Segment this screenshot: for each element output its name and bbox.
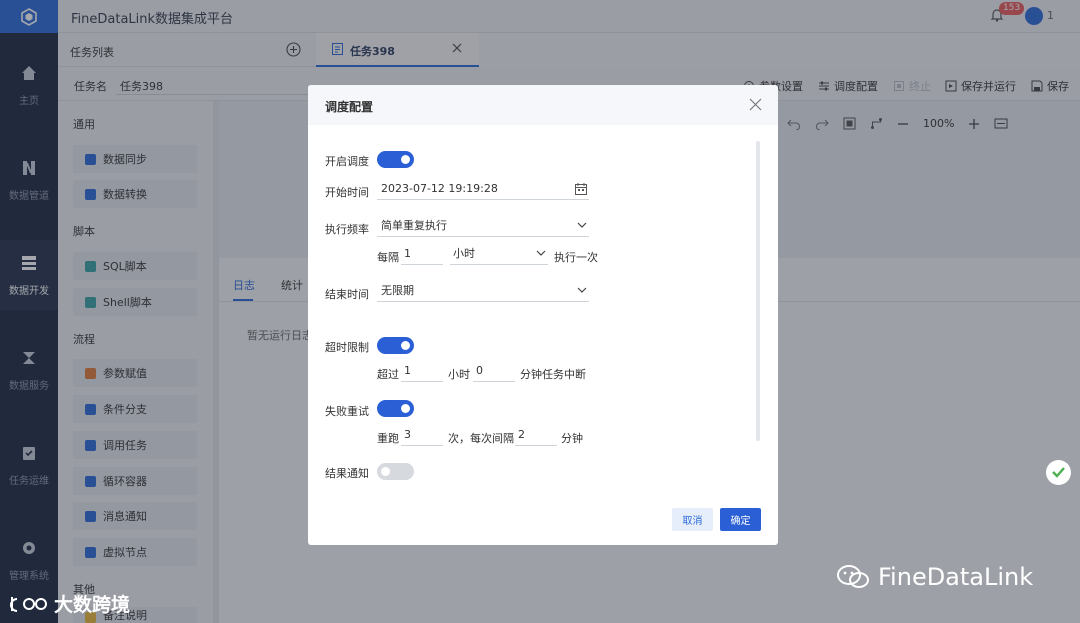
interval-unit-select[interactable]: 小时: [450, 245, 548, 265]
timeout-hours-unit: 小时: [448, 368, 470, 381]
enable-schedule-label: 开启调度: [325, 155, 369, 168]
timeout-hours-input[interactable]: 1: [401, 362, 443, 382]
watermark-left-text: 大数跨境: [54, 594, 131, 616]
watermark-right-text: FineDataLink: [878, 563, 1034, 591]
timeout-hours-value: 1: [404, 364, 411, 377]
cancel-button[interactable]: 取消: [672, 508, 713, 531]
watermark-right: FineDataLink: [836, 563, 1033, 591]
interval-prefix: 每隔: [377, 251, 399, 264]
timeout-prefix: 超过: [377, 368, 399, 381]
retry-times-input[interactable]: 3: [401, 426, 443, 446]
enable-schedule-toggle[interactable]: [377, 151, 414, 168]
dialog-scrollbar[interactable]: [756, 141, 760, 441]
confirm-button[interactable]: 确定: [720, 508, 761, 531]
interval-suffix: 执行一次: [554, 251, 598, 264]
retry-suffix: 分钟: [561, 432, 583, 445]
start-time-label: 开始时间: [325, 186, 369, 199]
chevron-down-icon: [577, 287, 587, 293]
frequency-label: 执行频率: [325, 223, 369, 236]
watermark-left: 大数跨境: [10, 590, 130, 617]
calendar-icon[interactable]: [575, 183, 587, 195]
retry-mid-text: 次，每次间隔: [448, 432, 514, 445]
timeout-minutes-value: 0: [476, 364, 483, 377]
chevron-down-icon: [577, 222, 587, 228]
start-time-value: 2023-07-12 19:19:28: [381, 182, 498, 195]
timeout-suffix: 分钟任务中断: [520, 368, 586, 381]
end-time-label: 结束时间: [325, 288, 369, 301]
wechat-icon: [837, 565, 869, 588]
retry-interval-input[interactable]: 2: [515, 426, 557, 446]
dialog-header: 调度配置: [308, 85, 778, 125]
retry-times-value: 3: [404, 428, 411, 441]
close-icon[interactable]: [748, 97, 763, 112]
frequency-select[interactable]: 简单重复执行: [377, 217, 589, 237]
schedule-config-dialog: 调度配置 开启调度 开始时间 2023-07-12 19:19:28 执行频率 …: [308, 85, 778, 545]
retry-label: 失败重试: [325, 405, 369, 418]
start-time-field[interactable]: 2023-07-12 19:19:28: [377, 180, 589, 200]
frequency-value: 简单重复执行: [381, 219, 447, 232]
retry-toggle[interactable]: [377, 400, 414, 417]
timeout-label: 超时限制: [325, 341, 369, 354]
retry-interval-value: 2: [518, 428, 525, 441]
notify-label: 结果通知: [325, 467, 369, 480]
timeout-toggle[interactable]: [377, 337, 414, 354]
retry-prefix: 重跑: [377, 432, 399, 445]
interval-unit-value: 小时: [453, 247, 475, 260]
timeout-minutes-input[interactable]: 0: [473, 362, 515, 382]
chevron-down-icon: [536, 250, 546, 256]
watermark-logo-icon: [10, 596, 47, 612]
notify-toggle[interactable]: [377, 463, 414, 480]
dialog-title: 调度配置: [325, 100, 374, 114]
interval-value: 1: [404, 247, 411, 260]
assistant-button[interactable]: [1046, 460, 1071, 485]
interval-input[interactable]: 1: [401, 245, 443, 265]
end-time-select[interactable]: 无限期: [377, 282, 589, 302]
check-icon: [1052, 467, 1065, 478]
end-time-value: 无限期: [381, 284, 414, 297]
